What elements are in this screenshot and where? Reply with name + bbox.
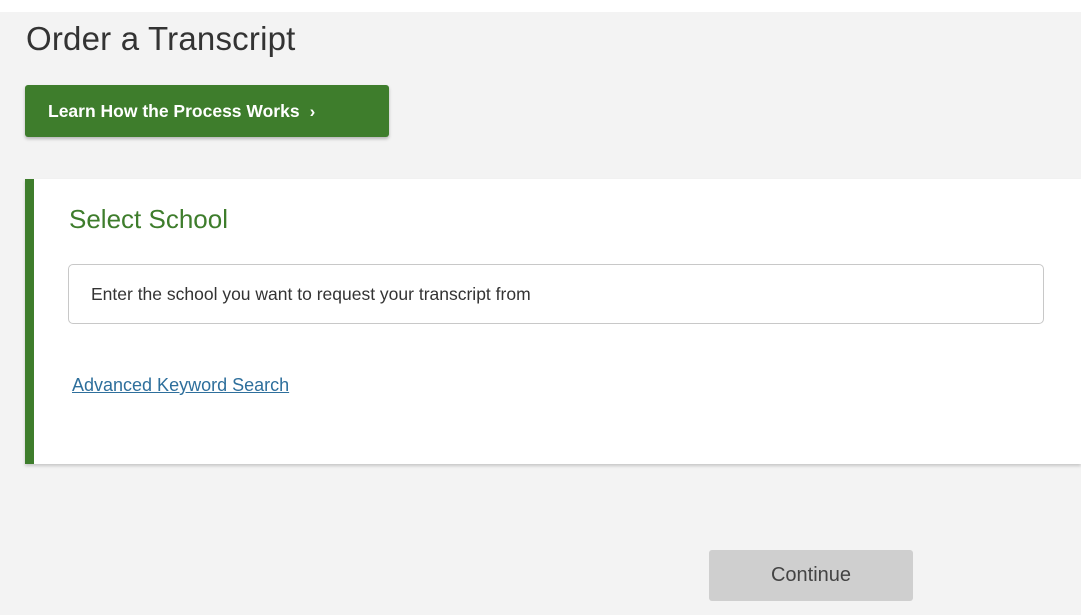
continue-button[interactable]: Continue bbox=[709, 550, 913, 601]
school-search-input[interactable] bbox=[68, 264, 1044, 324]
select-school-title: Select School bbox=[69, 204, 228, 234]
learn-process-button-label: Learn How the Process Works bbox=[48, 100, 300, 121]
select-school-card: Select School Advanced Keyword Search bbox=[25, 179, 1081, 464]
advanced-keyword-search-link[interactable]: Advanced Keyword Search bbox=[72, 375, 289, 396]
chevron-right-icon: › bbox=[309, 102, 316, 121]
page-title: Order a Transcript bbox=[26, 20, 296, 57]
learn-process-button[interactable]: Learn How the Process Works › bbox=[25, 85, 389, 137]
